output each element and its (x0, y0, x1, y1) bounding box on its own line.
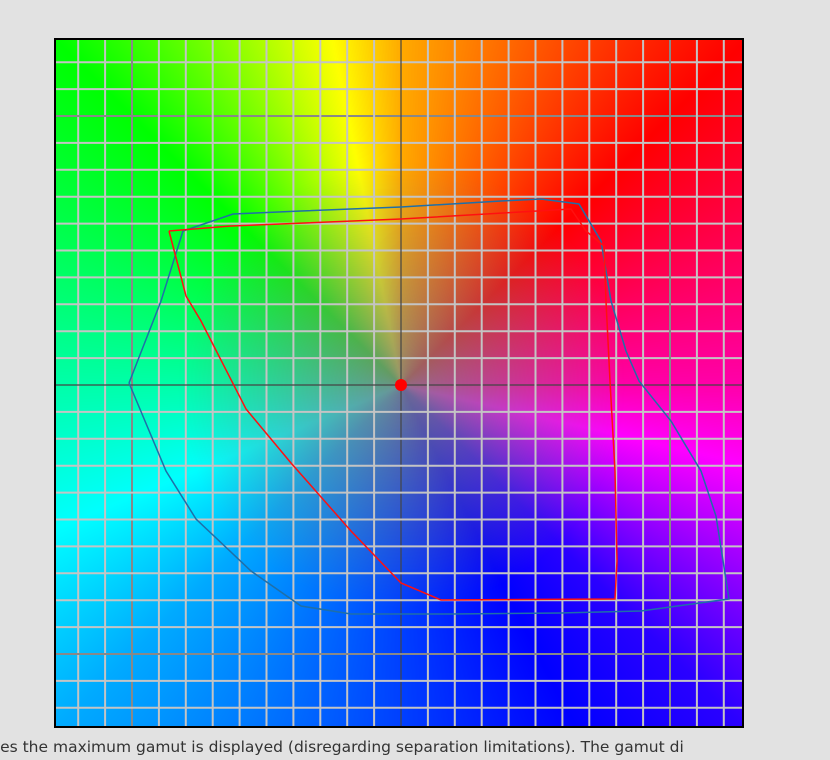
center-point-marker (395, 379, 407, 391)
caption-text: files the maximum gamut is displayed (di… (0, 738, 684, 756)
maximum-gamut-outline (128, 198, 730, 615)
gamut-overlay (56, 40, 742, 726)
profile-gamut-outline (168, 208, 618, 601)
gamut-plot (54, 38, 744, 728)
